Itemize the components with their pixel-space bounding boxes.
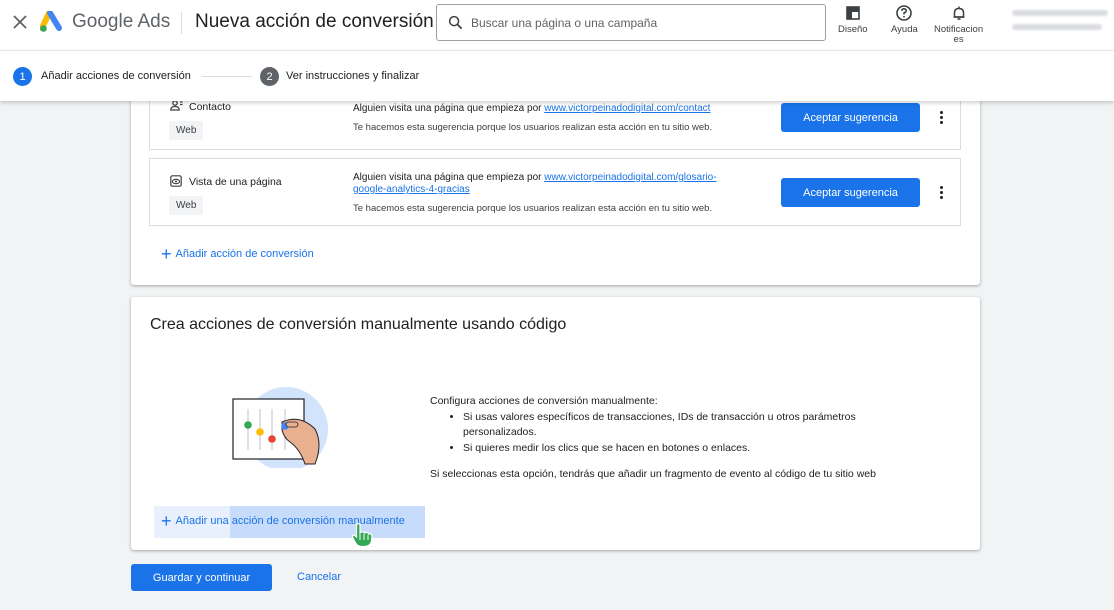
- plus-icon: +: [161, 244, 172, 264]
- suggestion-url-link[interactable]: www.victorpeinadodigital.com/glosario-: [544, 172, 716, 183]
- suggestion-url-link[interactable]: www.victorpeinadodigital.com/contact: [544, 103, 710, 114]
- bell-icon: [953, 6, 965, 20]
- cancel-button[interactable]: Cancelar: [297, 571, 341, 583]
- header-divider: [181, 12, 182, 34]
- add-conversion-action-label: Añadir acción de conversión: [175, 248, 314, 260]
- accept-suggestion-button[interactable]: Aceptar sugerencia: [781, 178, 920, 207]
- close-icon[interactable]: [10, 12, 30, 32]
- suggestion-name: Vista de una página: [189, 176, 282, 188]
- manual-section-title: Crea acciones de conversión manualmente …: [150, 316, 567, 333]
- step-1-label[interactable]: Añadir acciones de conversión: [41, 70, 191, 82]
- suggestion-name: Contacto: [189, 101, 232, 113]
- suggestion-description: Alguien visita una página que empieza po…: [353, 172, 717, 196]
- page-view-icon: [170, 175, 182, 187]
- logo-text: Google Ads: [72, 11, 171, 32]
- config-bullet: Si usas valores específicos de transacci…: [463, 410, 900, 441]
- notifications-button[interactable]: Notificacion es: [934, 4, 983, 45]
- design-label: Diseño: [838, 24, 868, 35]
- page-title: Nueva acción de conversión: [195, 11, 434, 32]
- accept-suggestion-button[interactable]: Aceptar sugerencia: [781, 103, 920, 132]
- hand-pointer-cursor-icon: [351, 523, 373, 548]
- config-bullet: Si quieres medir los clics que se hacen …: [463, 441, 900, 457]
- step-2-label[interactable]: Ver instrucciones y finalizar: [286, 70, 419, 82]
- step-2-number: 2: [260, 67, 279, 86]
- help-icon: [896, 5, 913, 21]
- suggestion-note: Te hacemos esta sugerencia porque los us…: [353, 203, 713, 214]
- sliders-illustration: [232, 387, 328, 468]
- plus-icon: +: [161, 511, 172, 531]
- add-conversion-action-link[interactable]: + Añadir acción de conversión: [161, 244, 314, 264]
- help-label: Ayuda: [891, 24, 918, 35]
- account-info-blurred[interactable]: [1012, 10, 1108, 38]
- config-footer: Si seleccionas esta opción, tendrás que …: [430, 468, 876, 480]
- config-intro: Configura acciones de conversión manualm…: [430, 395, 658, 407]
- search-box[interactable]: [436, 4, 826, 41]
- suggestion-url-link-continued[interactable]: google-analytics-4-gracias: [353, 184, 470, 195]
- suggestion-description: Alguien visita una página que empieza po…: [353, 103, 710, 115]
- google-ads-logo-icon: [40, 11, 62, 32]
- top-app-bar: Google Ads Nueva acción de conversión Di…: [0, 0, 1114, 50]
- search-icon: [448, 15, 463, 30]
- suggestion-chip: Web: [169, 121, 204, 140]
- manual-config-description: Configura acciones de conversión manualm…: [430, 394, 900, 483]
- suggestion-description-text: Alguien visita una página que empieza po…: [353, 103, 545, 114]
- more-options-icon[interactable]: [933, 107, 949, 127]
- search-input[interactable]: [471, 15, 801, 30]
- more-options-icon[interactable]: [933, 182, 949, 202]
- contact-icon: [170, 100, 183, 111]
- notifications-label-line2: es: [953, 34, 964, 45]
- help-button[interactable]: Ayuda: [891, 4, 918, 35]
- suggestion-chip: Web: [169, 196, 204, 215]
- suggestion-note: Te hacemos esta sugerencia porque los us…: [353, 122, 713, 133]
- stepper: 1 Añadir acciones de conversión 2 Ver in…: [0, 50, 1114, 101]
- step-1-number: 1: [13, 67, 32, 86]
- design-icon: [845, 6, 860, 20]
- suggestion-description-text: Alguien visita una página que empieza po…: [353, 172, 545, 183]
- design-button[interactable]: Diseño: [838, 4, 868, 35]
- google-ads-logo[interactable]: Google Ads: [40, 11, 170, 33]
- stepper-connector: [202, 76, 252, 77]
- save-continue-button[interactable]: Guardar y continuar: [131, 564, 272, 591]
